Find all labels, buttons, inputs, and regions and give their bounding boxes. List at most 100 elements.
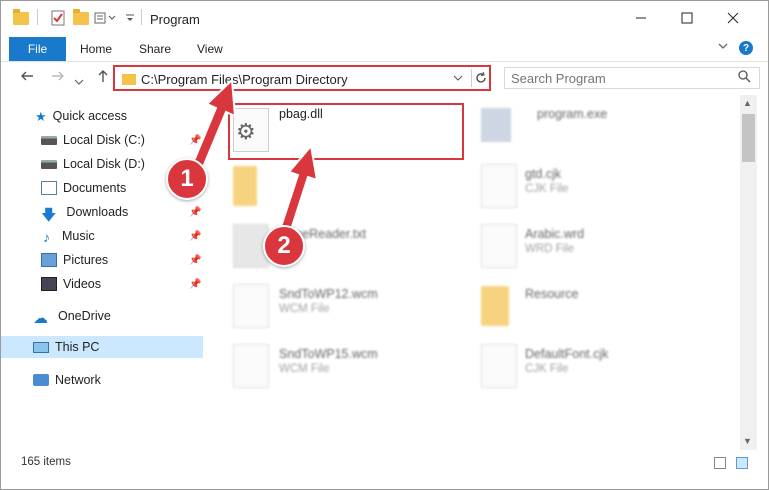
- folder-icon: [481, 286, 509, 326]
- documents-icon: [41, 181, 57, 195]
- sidebar-item-label: Local Disk (D:): [63, 157, 145, 171]
- drive-icon: [41, 135, 57, 145]
- folder-icon: [122, 74, 136, 85]
- help-icon[interactable]: ?: [739, 41, 753, 55]
- file-item-folder[interactable]: [229, 162, 469, 216]
- address-path[interactable]: C:\Program Files\Program Directory: [141, 72, 348, 87]
- back-button[interactable]: [20, 69, 34, 87]
- title-bar: Program: [1, 1, 768, 35]
- document-icon: [481, 344, 517, 388]
- pin-icon: 📌: [189, 278, 202, 290]
- file-item-sndtowp15-wcm[interactable]: SndToWP15.wcm WCM File: [229, 342, 469, 396]
- minimize-button[interactable]: [618, 1, 664, 35]
- sidebar-item-this-pc[interactable]: This PC: [1, 336, 203, 358]
- file-name: DefaultFont.cjk: [525, 347, 609, 361]
- document-icon: [481, 164, 517, 208]
- search-icon[interactable]: [738, 70, 751, 86]
- folder-icon: [13, 8, 29, 27]
- address-dropdown-icon[interactable]: [453, 71, 463, 85]
- sidebar-item-network[interactable]: Network: [1, 369, 203, 391]
- tab-home[interactable]: Home: [80, 42, 112, 56]
- file-name: gtd.cjk: [525, 167, 562, 181]
- file-name: program.exe: [537, 107, 608, 121]
- properties-icon[interactable]: [51, 9, 65, 27]
- sidebar-item-label: OneDrive: [58, 309, 111, 323]
- sidebar-item-downloads[interactable]: 🡇 Downloads 📌: [1, 201, 203, 224]
- sidebar-item-label: Network: [55, 373, 101, 387]
- file-item-sndtowp12-wcm[interactable]: SndToWP12.wcm WCM File: [229, 282, 469, 336]
- tab-file[interactable]: File: [9, 37, 66, 61]
- pin-icon: 📌: [189, 134, 202, 146]
- sidebar-item-quick-access[interactable]: ★ Quick access: [1, 105, 203, 127]
- maximize-button[interactable]: [664, 1, 710, 35]
- document-icon: [481, 224, 517, 268]
- up-button[interactable]: [96, 69, 110, 87]
- file-item-arabic-wrd[interactable]: Arabic.wrd WRD File: [477, 222, 717, 276]
- pin-icon: 📌: [189, 206, 202, 218]
- document-icon: [233, 344, 269, 388]
- search-box[interactable]: [504, 67, 760, 89]
- forward-button[interactable]: [51, 69, 65, 87]
- item-count: 165 items: [21, 456, 71, 468]
- refresh-icon[interactable]: [471, 69, 489, 87]
- recent-locations-icon[interactable]: [74, 73, 84, 90]
- sidebar-item-label: Local Disk (C:): [63, 133, 145, 147]
- file-type: CJK File: [525, 183, 569, 195]
- file-item-program-exe[interactable]: program.exe: [477, 102, 717, 156]
- pin-icon: 📌: [189, 254, 202, 266]
- file-item-gtd-cjk[interactable]: gtd.cjk CJK File: [477, 162, 717, 216]
- window-title: Program: [150, 12, 200, 27]
- divider: [37, 9, 38, 25]
- step-2-badge: 2: [263, 225, 305, 267]
- file-type: WRD File: [525, 243, 575, 255]
- tab-view[interactable]: View: [197, 42, 223, 56]
- file-item-resource[interactable]: Resource: [477, 282, 717, 336]
- file-type: WCM File: [279, 363, 330, 375]
- scroll-up-icon[interactable]: ▲: [743, 98, 752, 108]
- sidebar-item-label: Videos: [63, 277, 101, 291]
- new-folder-icon[interactable]: [73, 8, 89, 27]
- file-explorer-window: Program File Home Share View ? C:\Progra…: [0, 0, 769, 490]
- sidebar-item-videos[interactable]: Videos 📌: [1, 273, 203, 295]
- tab-share[interactable]: Share: [139, 42, 171, 56]
- download-icon: 🡇: [41, 207, 57, 224]
- expand-ribbon-icon[interactable]: [717, 40, 729, 55]
- sidebar-item-onedrive[interactable]: ☁ OneDrive: [1, 305, 203, 327]
- sidebar-item-pictures[interactable]: Pictures 📌: [1, 249, 203, 271]
- close-button[interactable]: [710, 1, 756, 35]
- sidebar-item-label: Music: [62, 229, 95, 243]
- scroll-down-icon[interactable]: ▼: [743, 436, 752, 446]
- sidebar-item-label: Quick access: [52, 109, 127, 123]
- cloud-icon: ☁: [33, 310, 48, 327]
- sidebar-item-label: Pictures: [63, 253, 109, 267]
- status-bar: 165 items: [1, 452, 768, 474]
- exe-file-icon: [481, 108, 511, 142]
- pin-icon: 📌: [189, 230, 202, 242]
- file-name: SndToWP12.wcm: [279, 287, 378, 301]
- file-highlight-box: [228, 103, 464, 160]
- folder-icon: [233, 166, 257, 206]
- sidebar-item-label: Downloads: [66, 205, 129, 219]
- file-name: SndToWP15.wcm: [279, 347, 378, 361]
- customize-icon[interactable]: [94, 9, 118, 27]
- file-name: Arabic.wrd: [525, 227, 585, 241]
- file-type: CJK File: [525, 363, 569, 375]
- ribbon-tabs: File Home Share View ?: [1, 35, 768, 62]
- search-input[interactable]: [505, 68, 725, 88]
- file-item-defaultfont-cjk[interactable]: DefaultFont.cjk CJK File: [477, 342, 717, 396]
- vertical-scrollbar[interactable]: ▲ ▼: [740, 95, 757, 450]
- sidebar-item-label: This PC: [55, 340, 100, 354]
- scrollbar-thumb[interactable]: [742, 114, 755, 162]
- address-bar[interactable]: C:\Program Files\Program Directory: [113, 65, 491, 91]
- large-icons-view-icon[interactable]: [736, 457, 748, 469]
- qa-dropdown-icon[interactable]: [125, 9, 135, 27]
- document-icon: [233, 284, 269, 328]
- sidebar-item-music[interactable]: ♪ Music 📌: [1, 225, 203, 247]
- details-view-icon[interactable]: [714, 457, 726, 469]
- sidebar-item-local-disk-c[interactable]: Local Disk (C:) 📌: [1, 129, 203, 151]
- network-icon: [33, 374, 49, 386]
- file-type: WCM File: [279, 303, 330, 315]
- step-1-badge: 1: [166, 158, 208, 200]
- sidebar-item-label: Documents: [63, 181, 127, 195]
- divider: [141, 9, 142, 25]
